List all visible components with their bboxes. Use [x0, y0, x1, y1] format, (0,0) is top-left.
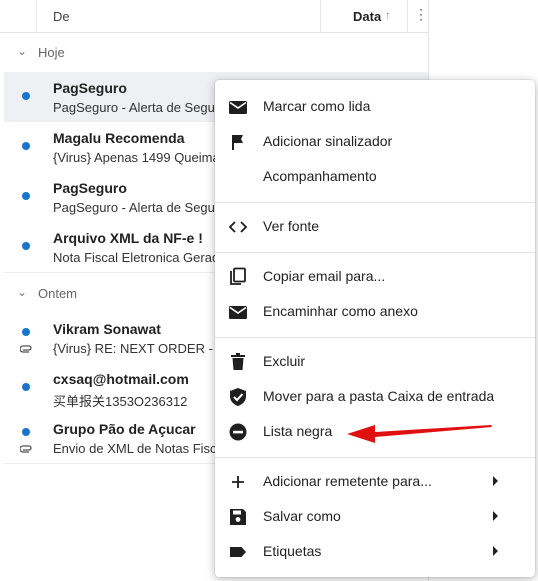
menu-item-label: Lista negra	[263, 423, 333, 439]
list-header: De Data ↑ ⋮	[0, 0, 428, 33]
unread-dot-icon	[22, 192, 30, 200]
unread-dot-icon	[22, 242, 30, 250]
unread-dot-icon	[22, 142, 30, 150]
menu-item-label: Encaminhar como anexo	[263, 303, 418, 319]
menu-item-save-as[interactable]: Salvar como	[215, 499, 535, 534]
menu-item-add-flag[interactable]: Adicionar sinalizador	[215, 124, 535, 159]
menu-item-labels[interactable]: Etiquetas	[215, 534, 535, 569]
menu-item-label: Adicionar remetente para...	[263, 473, 432, 489]
message-sender: Vikram Sonawat	[53, 321, 161, 337]
unread-dot-icon	[22, 428, 30, 436]
menu-item-mark-as-read[interactable]: Marcar como lida	[215, 89, 535, 124]
menu-item-view-source[interactable]: Ver fonte	[215, 209, 535, 244]
menu-item-label: Mover para a pasta Caixa de entrada	[263, 388, 495, 404]
unread-dot-icon	[22, 383, 30, 391]
unread-dot-icon	[22, 92, 30, 100]
message-sender: PagSeguro	[53, 180, 127, 196]
group-label-yesterday: Ontem	[38, 286, 78, 301]
menu-divider	[215, 252, 535, 253]
code-icon	[228, 217, 248, 237]
plus-icon	[228, 472, 248, 492]
unread-dot-icon	[22, 328, 30, 336]
menu-item-label: Ver fonte	[263, 218, 320, 234]
menu-item-label: Copiar email para...	[263, 268, 386, 284]
message-sender: Grupo Pão de Açucar	[53, 421, 196, 437]
message-subject: 买单报关1353O236312	[53, 394, 188, 409]
submenu-arrow-icon	[493, 546, 498, 556]
submenu-arrow-icon	[493, 511, 498, 521]
kebab-menu-icon: ⋮	[414, 6, 428, 22]
menu-item-label: Etiquetas	[263, 543, 322, 559]
column-header-from[interactable]: De	[53, 9, 70, 24]
menu-item-move-to-inbox[interactable]: Mover para a pasta Caixa de entrada	[215, 379, 535, 414]
message-subject: {Virus} RE: NEXT ORDER - 4	[53, 341, 224, 356]
header-select-cell	[0, 0, 37, 32]
message-subject: Nota Fiscal Eletronica Gerada	[53, 250, 227, 265]
group-label-today: Hoje	[38, 45, 65, 60]
floppy-icon	[228, 507, 248, 527]
message-sender: Arquivo XML da NF-e !	[53, 230, 203, 246]
copy-icon	[228, 267, 248, 287]
envelope-icon	[228, 302, 248, 322]
column-header-date[interactable]: Data ↑	[320, 0, 407, 32]
menu-divider	[215, 202, 535, 203]
context-menu: Marcar como lida Adicionar sinalizador A…	[215, 80, 535, 577]
column-header-date-label: Data	[353, 9, 382, 24]
attachment-icon	[19, 445, 32, 458]
menu-item-label: Salvar como	[263, 508, 341, 524]
menu-item-label: Acompanhamento	[263, 168, 377, 184]
chevron-down-icon: ⌄	[17, 285, 28, 299]
column-options-button[interactable]: ⋮	[407, 0, 429, 32]
menu-item-label: Marcar como lida	[263, 98, 371, 114]
block-icon	[228, 422, 248, 442]
message-subject: Envio de XML de Notas Fiscais	[53, 441, 234, 456]
group-header-today[interactable]: ⌄ Hoje	[0, 33, 428, 73]
submenu-arrow-icon	[493, 476, 498, 486]
shield-check-icon	[228, 387, 248, 407]
menu-item-label: Excluir	[263, 353, 306, 369]
menu-item-label: Adicionar sinalizador	[263, 133, 393, 149]
message-sender: cxsaq@hotmail.com	[53, 371, 189, 387]
trash-icon	[228, 352, 248, 372]
label-icon	[228, 542, 248, 562]
menu-item-forward-as-attachment[interactable]: Encaminhar como anexo	[215, 294, 535, 329]
envelope-icon	[228, 97, 248, 117]
annotation-arrow-icon	[347, 425, 492, 443]
menu-divider	[215, 337, 535, 338]
flag-icon	[228, 132, 248, 152]
attachment-icon	[19, 345, 32, 358]
message-sender: Magalu Recomenda	[53, 130, 185, 146]
menu-divider	[215, 457, 535, 458]
sort-ascending-icon: ↑	[385, 8, 391, 22]
menu-item-delete[interactable]: Excluir	[215, 344, 535, 379]
menu-item-follow-up[interactable]: Acompanhamento	[215, 159, 535, 194]
menu-item-copy-email[interactable]: Copiar email para...	[215, 259, 535, 294]
message-sender: PagSeguro	[53, 80, 127, 96]
chevron-down-icon: ⌄	[17, 44, 28, 58]
menu-item-add-sender-to[interactable]: Adicionar remetente para...	[215, 464, 535, 499]
